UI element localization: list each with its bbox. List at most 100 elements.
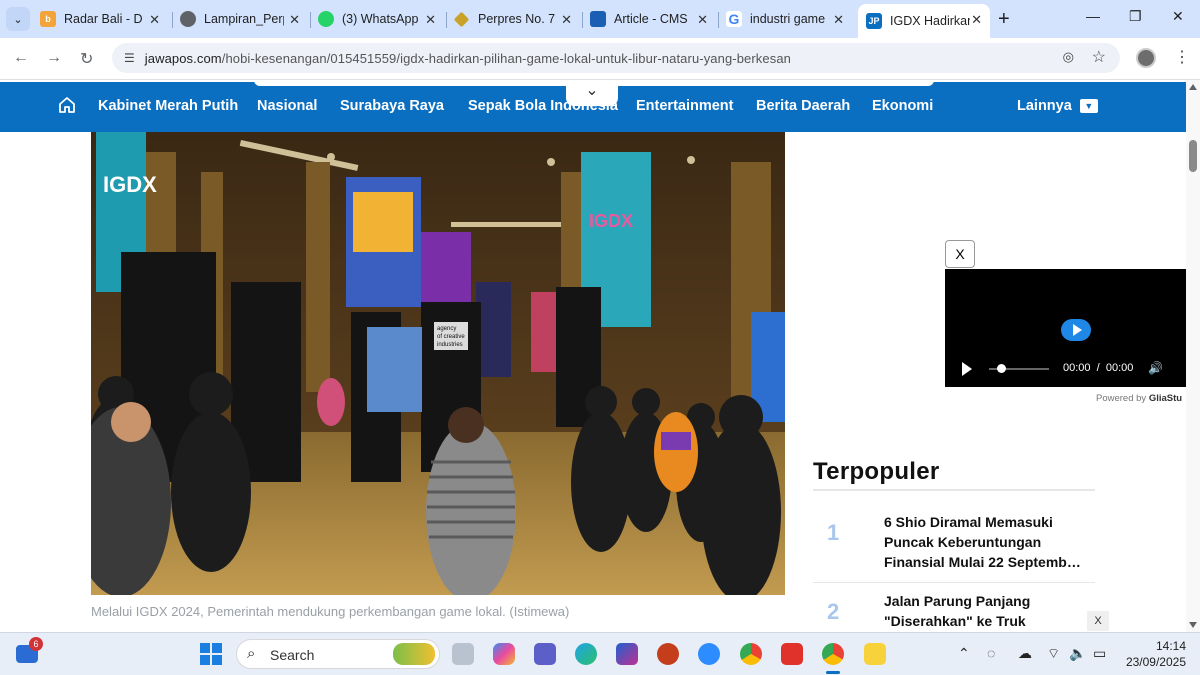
tray-app-icon[interactable]: ◌ bbox=[987, 645, 995, 661]
tab-search-menu-button[interactable]: ⌄ bbox=[6, 7, 30, 31]
clock-time: 14:14 bbox=[1155, 639, 1186, 653]
new-tab-plus-icon[interactable]: + bbox=[998, 8, 1010, 31]
close-tab-icon[interactable]: ✕ bbox=[425, 12, 436, 28]
popular-headline[interactable]: 6 Shio Diramal Memasuki Puncak Keberuntu… bbox=[884, 512, 1084, 572]
nav-item-ekonomi[interactable]: Ekonomi bbox=[872, 98, 933, 114]
browser-tab-4[interactable]: Perpres No. 7 ✕ bbox=[454, 4, 580, 34]
svg-text:industries: industries bbox=[437, 342, 463, 348]
browser-tab-2[interactable]: Lampiran_Perp ✕ bbox=[180, 4, 308, 34]
url-text[interactable]: jawapos.com/hobi-kesenangan/015451559/ig… bbox=[145, 51, 791, 66]
back-arrow-icon[interactable]: ← bbox=[13, 49, 29, 67]
svg-text:agency: agency bbox=[437, 326, 456, 332]
video-close-button[interactable]: X bbox=[945, 240, 975, 268]
eye-off-icon[interactable]: ◎ bbox=[1063, 49, 1074, 65]
windows-start-icon[interactable] bbox=[200, 643, 222, 665]
forward-arrow-icon[interactable]: → bbox=[46, 49, 62, 67]
m365-icon[interactable] bbox=[616, 643, 638, 665]
tab-title: Lampiran_Perp bbox=[204, 12, 284, 26]
reload-icon[interactable]: ↻ bbox=[80, 49, 93, 69]
photo-caption: Melalui IGDX 2024, Pemerintah mendukung … bbox=[91, 604, 570, 619]
article-hero-photo: IGDX IGDX agency of creative industries bbox=[91, 132, 785, 595]
battery-icon[interactable]: ▭ bbox=[1093, 645, 1106, 662]
close-tab-icon[interactable]: ✕ bbox=[833, 12, 844, 28]
jawapos-favicon-icon: JP bbox=[866, 13, 882, 29]
search-icon: ⌕ bbox=[247, 645, 256, 662]
page-scrollbar[interactable] bbox=[1186, 80, 1200, 632]
zoom-icon[interactable] bbox=[698, 643, 720, 665]
maximize-icon[interactable]: ❐ bbox=[1129, 8, 1142, 25]
ad-close-button[interactable]: X bbox=[1087, 611, 1109, 631]
video-player[interactable]: 00:00 / 00:00 🔊 bbox=[945, 269, 1186, 387]
windows-taskbar: 6 ⌕ Search ⌃ ◌ ☁ ⌔ 🔈 ▭ 14:14 23/09/2025 bbox=[0, 632, 1200, 675]
big-play-icon[interactable] bbox=[1061, 319, 1091, 341]
chrome-profile-icon[interactable] bbox=[822, 643, 844, 665]
scroll-thumb[interactable] bbox=[1189, 140, 1197, 172]
home-icon[interactable] bbox=[58, 96, 76, 119]
edge-icon[interactable] bbox=[575, 643, 597, 665]
browser-tab-3[interactable]: (3) WhatsApp ✕ bbox=[318, 4, 444, 34]
browser-toolbar: ← → ↻ ☰ jawapos.com/hobi-kesenangan/0154… bbox=[0, 38, 1200, 80]
system-clock[interactable]: 14:14 23/09/2025 bbox=[1124, 638, 1186, 670]
address-bar[interactable]: ☰ jawapos.com/hobi-kesenangan/015451559/… bbox=[112, 43, 1120, 73]
play-icon[interactable] bbox=[962, 362, 972, 376]
browser-menu-icon[interactable]: ⋮ bbox=[1174, 47, 1190, 67]
close-tab-icon[interactable]: ✕ bbox=[697, 12, 708, 28]
nav-item-berita-daerah[interactable]: Berita Daerah bbox=[756, 98, 850, 114]
task-view-icon[interactable] bbox=[452, 643, 474, 665]
terpopuler-heading: Terpopuler bbox=[813, 458, 940, 485]
tray-overflow-chevron-icon[interactable]: ⌃ bbox=[958, 645, 970, 662]
cloud-offline-icon[interactable]: ☁ bbox=[1018, 645, 1032, 662]
popular-item[interactable]: 2 Jalan Parung Panjang "Diserahkan" ke T… bbox=[813, 591, 1095, 632]
powerpoint-icon[interactable] bbox=[657, 643, 679, 665]
svg-text:IGDX: IGDX bbox=[589, 211, 633, 231]
nav-item-kabinet[interactable]: Kabinet Merah Putih bbox=[98, 98, 238, 114]
popular-item[interactable]: 1 6 Shio Diramal Memasuki Puncak Keberun… bbox=[813, 512, 1095, 582]
nav-item-more[interactable]: Lainnya ▼ bbox=[1017, 98, 1098, 114]
popular-headline[interactable]: Jalan Parung Panjang "Diserahkan" ke Tru… bbox=[884, 591, 1084, 631]
nav-item-entertainment[interactable]: Entertainment bbox=[636, 98, 734, 114]
taskbar-search[interactable]: ⌕ Search bbox=[236, 639, 440, 669]
sticky-notes-icon[interactable] bbox=[864, 643, 886, 665]
site-info-icon[interactable]: ☰ bbox=[124, 51, 135, 65]
more-label: Lainnya bbox=[1017, 98, 1072, 114]
whatsapp-favicon-icon bbox=[318, 11, 334, 27]
tab-title: (3) WhatsApp bbox=[342, 12, 419, 26]
tab-title: industri game bbox=[750, 12, 826, 26]
minimize-icon[interactable]: — bbox=[1086, 8, 1100, 24]
close-tab-icon[interactable]: ✕ bbox=[289, 12, 300, 28]
radar-bali-favicon-icon: b bbox=[40, 11, 56, 27]
collapse-chevron-icon[interactable]: ⌄ bbox=[566, 80, 618, 106]
wifi-icon[interactable]: ⌔ bbox=[1047, 645, 1060, 663]
tab-title: IGDX Hadirkan bbox=[890, 14, 970, 28]
bookmark-star-icon[interactable]: ☆ bbox=[1092, 47, 1106, 67]
nav-item-nasional[interactable]: Nasional bbox=[257, 98, 317, 114]
wps-office-icon[interactable] bbox=[781, 643, 803, 665]
speaker-icon[interactable]: 🔈 bbox=[1069, 645, 1086, 662]
video-time: 00:00 / 00:00 bbox=[1063, 362, 1134, 374]
search-highlight-art bbox=[393, 643, 435, 665]
teams-icon[interactable] bbox=[534, 643, 556, 665]
browser-tab-5[interactable]: Article - CMS ✕ bbox=[590, 4, 716, 34]
scroll-down-icon[interactable] bbox=[1189, 622, 1197, 628]
igdx-banner-logo: IGDX bbox=[103, 172, 157, 197]
close-tab-icon[interactable]: ✕ bbox=[561, 12, 572, 28]
svg-text:of creative: of creative bbox=[437, 334, 465, 340]
close-window-icon[interactable]: ✕ bbox=[1172, 8, 1184, 25]
browser-tab-1[interactable]: b Radar Bali - D ✕ bbox=[40, 4, 168, 34]
web-page: Kabinet Merah Putih Nasional Surabaya Ra… bbox=[0, 80, 1186, 632]
close-tab-icon[interactable]: ✕ bbox=[971, 12, 982, 28]
scroll-up-icon[interactable] bbox=[1189, 84, 1197, 90]
nav-item-surabaya[interactable]: Surabaya Raya bbox=[340, 98, 444, 114]
clock-date: 23/09/2025 bbox=[1125, 655, 1186, 669]
chrome-icon[interactable] bbox=[740, 643, 762, 665]
browser-tab-6[interactable]: G industri game ✕ bbox=[726, 4, 852, 34]
browser-tab-7-active[interactable]: JP IGDX Hadirkan ✕ bbox=[858, 4, 990, 38]
video-progress-knob[interactable] bbox=[997, 364, 1006, 373]
close-tab-icon[interactable]: ✕ bbox=[149, 12, 160, 28]
profile-avatar[interactable] bbox=[1136, 48, 1156, 68]
volume-icon[interactable]: 🔊 bbox=[1148, 361, 1163, 375]
tab-title: Perpres No. 7 bbox=[478, 12, 556, 26]
copilot-icon[interactable] bbox=[493, 643, 515, 665]
google-favicon-icon: G bbox=[726, 11, 742, 27]
active-app-indicator bbox=[826, 671, 840, 674]
